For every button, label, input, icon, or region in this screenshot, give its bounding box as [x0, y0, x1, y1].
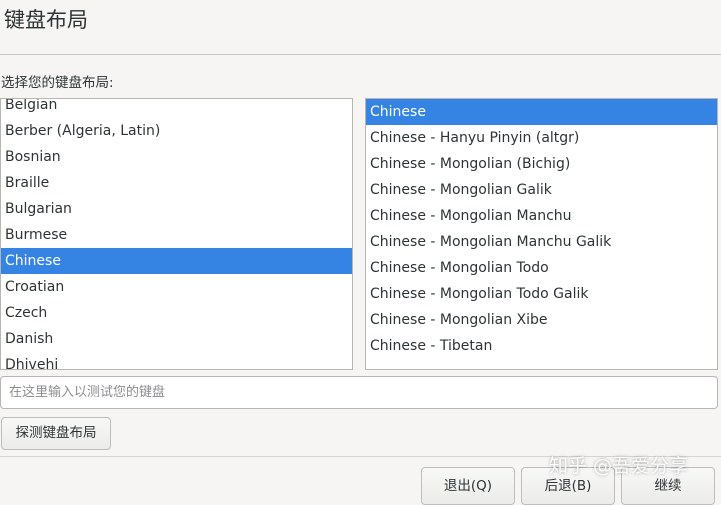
continue-button[interactable]: 继续	[621, 467, 715, 505]
layout-list-item[interactable]: Czech	[1, 300, 352, 326]
layout-list-item[interactable]: Chinese	[1, 248, 352, 274]
keyboard-test-input[interactable]	[0, 376, 718, 409]
layout-list-item[interactable]: Bosnian	[1, 144, 352, 170]
layout-list-item[interactable]: Belgian	[1, 99, 352, 118]
quit-button[interactable]: 退出(Q)	[421, 467, 515, 505]
page-title: 键盘布局	[4, 8, 88, 32]
variant-list-item[interactable]: Chinese - Mongolian Manchu Galik	[366, 229, 717, 255]
variant-list-item[interactable]: Chinese - Hanyu Pinyin (altgr)	[366, 125, 717, 151]
back-button[interactable]: 后退(B)	[521, 467, 615, 505]
layout-list-item[interactable]: Bulgarian	[1, 196, 352, 222]
variant-list[interactable]: Chinese Chinese - Hanyu Pinyin (altgr) Chi…	[365, 98, 718, 370]
variant-list-items: Chinese Chinese - Hanyu Pinyin (altgr) Chi…	[366, 99, 717, 359]
layout-list-item[interactable]: Braille	[1, 170, 352, 196]
layout-list-item[interactable]: Danish	[1, 326, 352, 352]
variant-list-item[interactable]: Chinese - Mongolian Xibe	[366, 307, 717, 333]
bottom-divider	[0, 456, 721, 457]
layout-list-item[interactable]: Burmese	[1, 222, 352, 248]
layout-list-item[interactable]: Croatian	[1, 274, 352, 300]
select-layout-label: 选择您的键盘布局:	[1, 75, 114, 91]
title-divider	[0, 54, 721, 55]
layout-list[interactable]: Belgian Berber (Algeria, Latin) Bosnian Bra…	[0, 98, 353, 370]
variant-list-item[interactable]: Chinese - Mongolian Todo	[366, 255, 717, 281]
layout-list-item[interactable]: Dhivehi	[1, 352, 352, 369]
variant-list-item[interactable]: Chinese - Mongolian Galik	[366, 177, 717, 203]
layout-list-items: Belgian Berber (Algeria, Latin) Bosnian Bra…	[1, 99, 352, 369]
variant-list-item[interactable]: Chinese - Mongolian Manchu	[366, 203, 717, 229]
detect-layout-button[interactable]: 探测键盘布局	[1, 417, 111, 450]
variant-list-item[interactable]: Chinese - Mongolian Todo Galik	[366, 281, 717, 307]
variant-list-item[interactable]: Chinese - Tibetan	[366, 333, 717, 359]
variant-list-item[interactable]: Chinese	[366, 99, 717, 125]
variant-list-item[interactable]: Chinese - Mongolian (Bichig)	[366, 151, 717, 177]
layout-list-item[interactable]: Berber (Algeria, Latin)	[1, 118, 352, 144]
